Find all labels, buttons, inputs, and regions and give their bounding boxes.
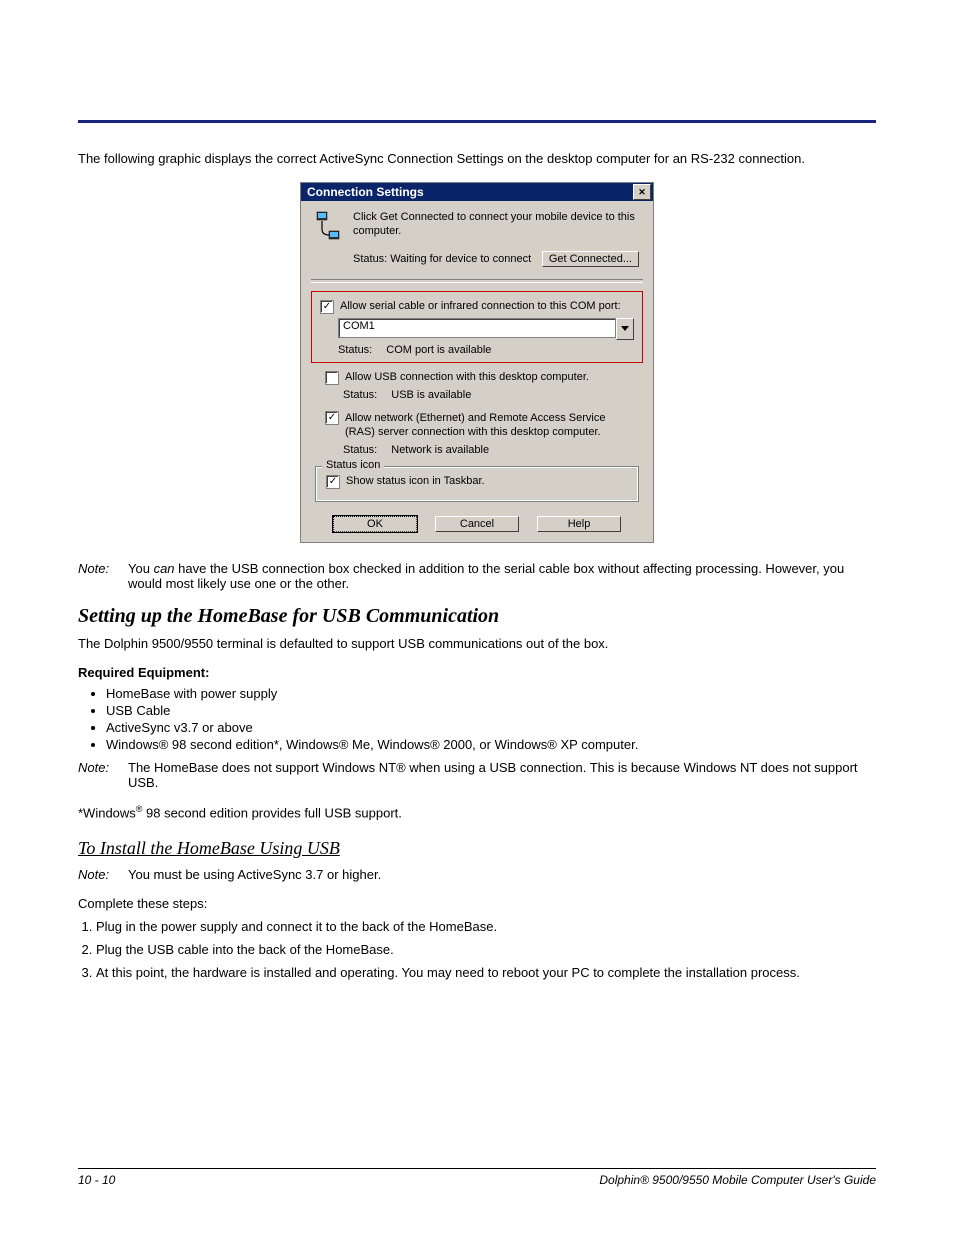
dialog-title: Connection Settings xyxy=(307,185,424,199)
serial-status-val: COM port is available xyxy=(386,344,491,356)
note1-pre: You xyxy=(128,561,154,576)
required-equipment-list: HomeBase with power supply USB Cable Act… xyxy=(106,686,876,752)
checkmark-icon: ✓ xyxy=(323,302,331,312)
note-body: You can have the USB connection box chec… xyxy=(128,561,876,591)
connection-icon xyxy=(315,211,341,241)
close-icon: ✕ xyxy=(638,187,646,198)
note-2: Note: The HomeBase does not support Wind… xyxy=(78,760,876,790)
usb-status-val: USB is available xyxy=(391,389,471,401)
separator xyxy=(311,279,643,283)
serial-highlight-box: ✓ Allow serial cable or infrared connect… xyxy=(311,291,643,363)
network-label: Allow network (Ethernet) and Remote Acce… xyxy=(345,411,629,440)
list-item: ActiveSync v3.7 or above xyxy=(106,720,876,735)
usb-checkbox[interactable] xyxy=(325,371,339,385)
list-item: HomeBase with power supply xyxy=(106,686,876,701)
dialog-titlebar: Connection Settings ✕ xyxy=(301,183,653,201)
status-text: Status: Waiting for device to connect xyxy=(353,253,531,265)
p1: The Dolphin 9500/9550 terminal is defaul… xyxy=(78,636,876,651)
note-3: Note: You must be using ActiveSync 3.7 o… xyxy=(78,867,876,882)
network-status-val: Network is available xyxy=(391,444,489,456)
network-status-key: Status: xyxy=(343,444,377,456)
list-item: Plug in the power supply and connect it … xyxy=(96,919,876,934)
list-item: At this point, the hardware is installed… xyxy=(96,965,876,980)
note-label: Note: xyxy=(78,760,120,790)
serial-checkbox[interactable]: ✓ xyxy=(320,300,334,314)
serial-label: Allow serial cable or infrared connectio… xyxy=(340,300,621,312)
intro-text: The following graphic displays the corre… xyxy=(78,151,876,166)
com-port-dropdown-button[interactable] xyxy=(616,318,634,340)
serial-status-key: Status: xyxy=(338,344,372,356)
usb-status-key: Status: xyxy=(343,389,377,401)
complete-steps: Complete these steps: xyxy=(78,896,876,911)
connection-settings-dialog: Connection Settings ✕ xyxy=(300,182,654,543)
required-equipment-heading: Required Equipment: xyxy=(78,665,876,680)
ok-button[interactable]: OK xyxy=(333,516,417,532)
checkmark-icon: ✓ xyxy=(328,413,336,423)
note-body: The HomeBase does not support Windows NT… xyxy=(128,760,876,790)
heading-install-usb: To Install the HomeBase Using USB xyxy=(78,838,876,859)
checkmark-icon: ✓ xyxy=(329,477,337,487)
network-checkbox[interactable]: ✓ xyxy=(325,411,339,425)
install-steps: Plug in the power supply and connect it … xyxy=(96,919,876,980)
top-rule xyxy=(78,120,876,123)
footer-title: Dolphin® 9500/9550 Mobile Computer User'… xyxy=(599,1173,876,1187)
page-footer: 10 - 10 Dolphin® 9500/9550 Mobile Comput… xyxy=(78,1168,876,1187)
com-port-select[interactable]: COM1 xyxy=(338,318,616,338)
chevron-down-icon xyxy=(621,326,629,332)
status-icon-group: Status icon ✓ Show status icon in Taskba… xyxy=(315,466,639,502)
group-title: Status icon xyxy=(322,459,384,471)
note-label: Note: xyxy=(78,561,120,591)
taskbar-icon-label: Show status icon in Taskbar. xyxy=(346,475,485,487)
usb-label: Allow USB connection with this desktop c… xyxy=(345,371,589,383)
cancel-button[interactable]: Cancel xyxy=(435,516,519,532)
dialog-instruction: Click Get Connected to connect your mobi… xyxy=(353,211,639,241)
get-connected-button[interactable]: Get Connected... xyxy=(542,251,639,267)
taskbar-icon-checkbox[interactable]: ✓ xyxy=(326,475,340,489)
page-number: 10 - 10 xyxy=(78,1173,115,1187)
note1-can: can xyxy=(154,561,175,576)
note-label: Note: xyxy=(78,867,120,882)
list-item: Windows® 98 second edition*, Windows® Me… xyxy=(106,737,876,752)
close-button[interactable]: ✕ xyxy=(633,184,651,200)
asterisk-pre: *Windows xyxy=(78,805,136,820)
asterisk-post: 98 second edition provides full USB supp… xyxy=(142,805,401,820)
dialog-container: Connection Settings ✕ xyxy=(78,182,876,543)
note1-post: have the USB connection box checked in a… xyxy=(128,561,844,591)
list-item: Plug the USB cable into the back of the … xyxy=(96,942,876,957)
note-body: You must be using ActiveSync 3.7 or high… xyxy=(128,867,876,882)
list-item: USB Cable xyxy=(106,703,876,718)
help-button[interactable]: Help xyxy=(537,516,621,532)
asterisk-note: *Windows® 98 second edition provides ful… xyxy=(78,804,876,820)
heading-setup-usb: Setting up the HomeBase for USB Communic… xyxy=(78,605,876,628)
note-1: Note: You can have the USB connection bo… xyxy=(78,561,876,591)
